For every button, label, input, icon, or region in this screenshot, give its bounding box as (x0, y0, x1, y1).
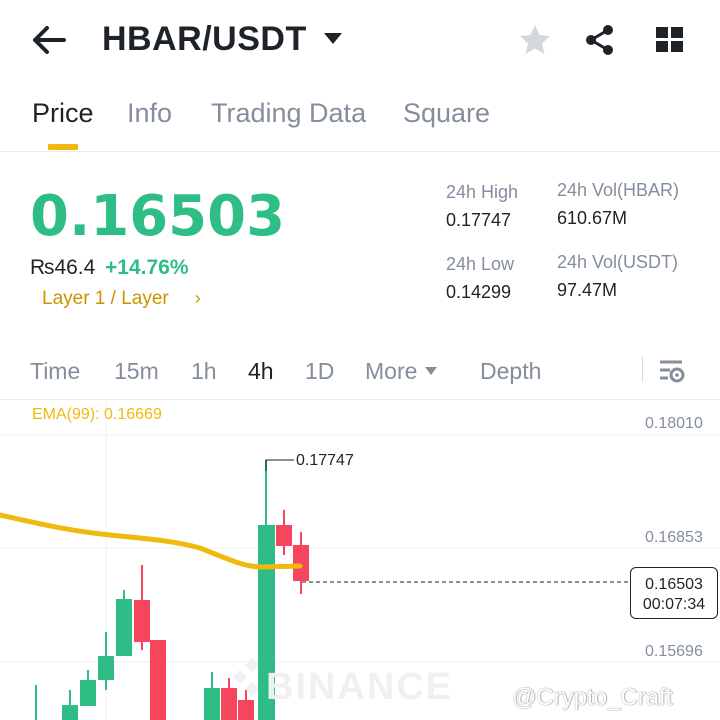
vol-quote-value: 97.47M (557, 280, 618, 300)
fiat-price: ₨46.4 (30, 256, 96, 279)
candle-down (293, 545, 309, 581)
more-menu-button[interactable] (652, 22, 688, 58)
price-axis-label: 0.18010 (645, 415, 703, 432)
price-axis-label: 0.16853 (645, 529, 703, 546)
candle-down (276, 525, 292, 546)
tab-price[interactable]: Price (32, 98, 94, 129)
divider (642, 356, 643, 382)
high-24h-label: 24h High (446, 182, 519, 202)
price-axis-label: 0.15696 (645, 643, 703, 660)
interval-more-label: More (365, 358, 418, 384)
share-button[interactable] (582, 22, 618, 58)
vol-base-value: 610.67M (557, 208, 628, 228)
low-24h-label: 24h Low (446, 254, 515, 274)
candle-up (80, 680, 96, 706)
section-tabs: Price Info Trading Data Square (0, 92, 720, 152)
active-tab-indicator (48, 144, 78, 150)
caret-down-icon (324, 33, 342, 44)
tab-info[interactable]: Info (127, 98, 172, 129)
header: HBAR/USDT (0, 0, 720, 80)
chart-settings-button[interactable] (658, 358, 686, 384)
pair-title[interactable]: HBAR/USDT (102, 20, 307, 59)
high-24h-value: 0.17747 (446, 210, 512, 230)
interval-1d[interactable]: 1D (305, 358, 334, 385)
last-price: 0.16503 (30, 184, 286, 249)
author-watermark: @Crypto_Craft (512, 684, 673, 711)
candle-down (150, 640, 166, 720)
candle-up (204, 688, 220, 720)
high-marker-label: 0.17747 (296, 452, 354, 469)
chart-settings-icon (660, 360, 685, 383)
interval-1h[interactable]: 1h (191, 358, 217, 385)
vol-base-label: 24h Vol(HBAR) (557, 180, 680, 200)
high-marker-line (265, 459, 294, 471)
favorite-button[interactable] (516, 22, 554, 58)
arrow-left-icon (33, 26, 66, 54)
tab-depth[interactable]: Depth (480, 358, 541, 385)
vol-quote-label: 24h Vol(USDT) (557, 252, 679, 272)
pair-dropdown-button[interactable] (322, 30, 344, 48)
back-button[interactable] (30, 22, 70, 58)
interval-4h[interactable]: 4h (248, 358, 274, 385)
ema-line (0, 512, 303, 570)
low-24h-value: 0.14299 (446, 282, 512, 302)
interval-time[interactable]: Time (30, 358, 80, 385)
current-price-value: 0.16503 (645, 576, 703, 593)
current-price-tag[interactable]: 0.16503 00:07:34 (630, 567, 718, 619)
candle-countdown: 00:07:34 (642, 596, 706, 613)
star-icon (520, 25, 550, 54)
category-label: Layer 1 / Layer (42, 288, 169, 309)
exchange-watermark: BINANCE (266, 666, 454, 708)
tab-square[interactable]: Square (403, 98, 490, 129)
category-link[interactable]: Layer 1 / Layer › (42, 288, 201, 310)
tab-trading-data[interactable]: Trading Data (211, 98, 366, 129)
interval-more[interactable]: More (365, 358, 438, 385)
caret-down-icon (425, 367, 438, 375)
candle-up (62, 705, 78, 720)
ema-indicator-label[interactable]: EMA(99): 0.16669 (32, 406, 162, 424)
candle-down (134, 600, 150, 642)
chevron-right-icon: › (194, 288, 201, 308)
price-change-percent: +14.76% (105, 256, 189, 279)
share-icon (586, 25, 613, 55)
interval-15m[interactable]: 15m (114, 358, 159, 385)
candle-down (238, 700, 254, 720)
grid-icon (656, 27, 683, 52)
candle-down (221, 688, 237, 720)
interval-bar: Time 15m 1h 4h 1D More Depth (0, 344, 720, 400)
